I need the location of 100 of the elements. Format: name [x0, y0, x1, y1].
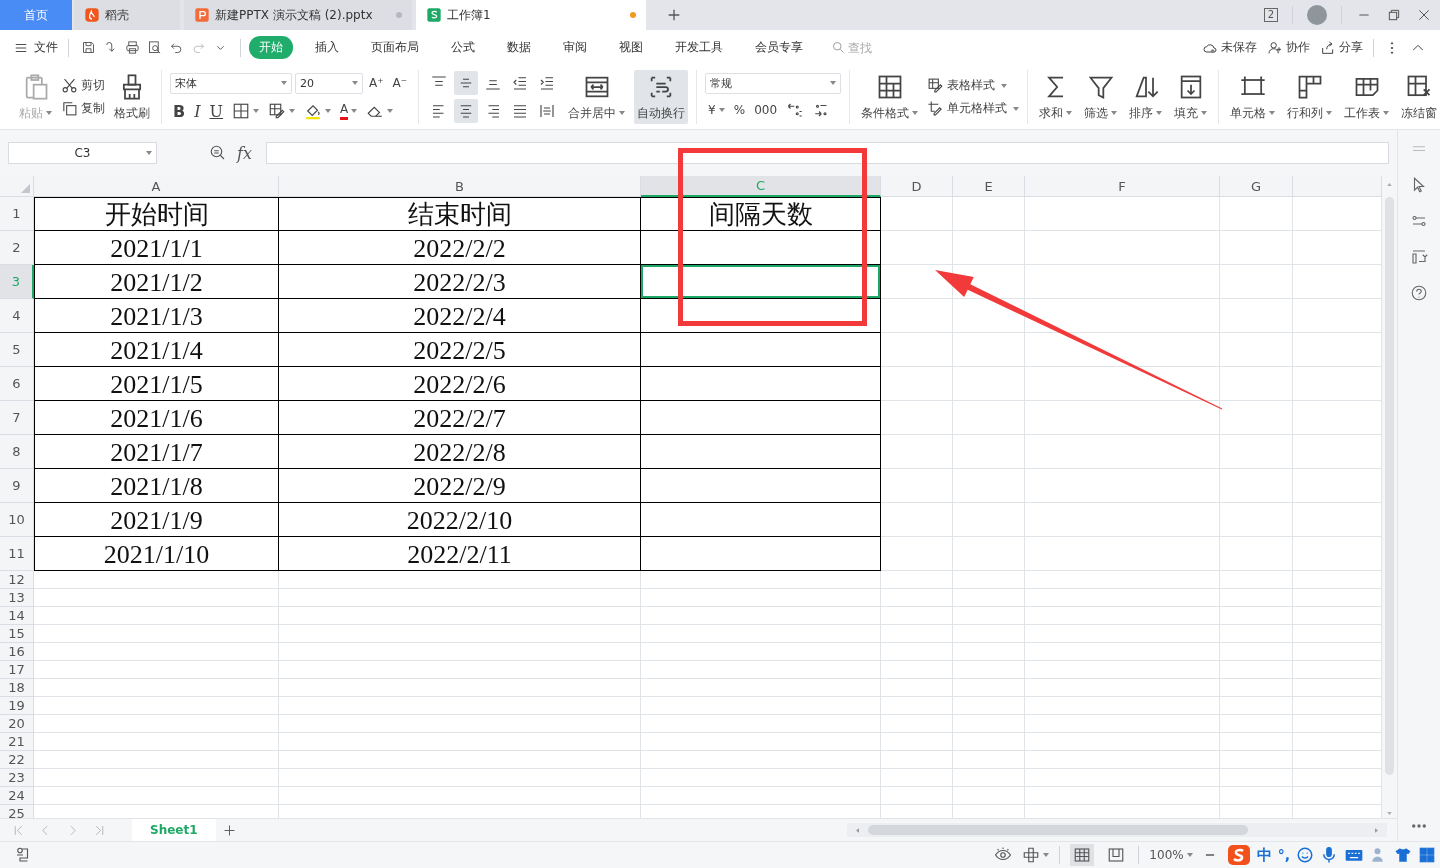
column-header[interactable]: G — [1220, 176, 1293, 197]
column-header[interactable]: D — [881, 176, 953, 197]
row-header[interactable]: 22 — [0, 751, 34, 769]
row-header[interactable]: 9 — [0, 469, 34, 503]
format-painter-button[interactable]: 格式刷 — [111, 70, 153, 124]
cell-style-button[interactable]: 单元格样式 — [927, 100, 1020, 117]
align-middle-button[interactable] — [454, 71, 479, 95]
ribbon-tab[interactable]: 插入 — [305, 36, 349, 59]
close-icon[interactable] — [1416, 7, 1432, 23]
wrap-text-button[interactable]: 自动换行 — [634, 70, 689, 124]
row-header[interactable]: 24 — [0, 787, 34, 805]
table-style-button[interactable]: 表格样式 — [927, 77, 1020, 94]
window-count-button[interactable]: 2 — [1263, 8, 1278, 22]
input-method-logo-icon[interactable] — [1226, 843, 1251, 867]
sum-button[interactable]: 求和 — [1036, 70, 1076, 124]
row-header[interactable]: 25 — [0, 805, 34, 818]
font-shrink-button[interactable]: A⁻ — [389, 71, 411, 95]
align-center-button[interactable] — [454, 99, 479, 123]
cut-button[interactable]: 剪切 — [61, 77, 105, 94]
row-header[interactable]: 7 — [0, 401, 34, 435]
document-tab[interactable]: 稻壳 — [74, 0, 180, 30]
layout-button[interactable] — [1022, 846, 1050, 864]
ribbon-tab[interactable]: 开发工具 — [665, 36, 733, 59]
column-header[interactable]: E — [953, 176, 1025, 197]
punctuation-button[interactable]: °, — [1277, 847, 1290, 863]
shirt-icon[interactable] — [1394, 846, 1412, 864]
fill-button[interactable]: 填充 — [1171, 70, 1211, 124]
row-header[interactable]: 14 — [0, 607, 34, 625]
ribbon-tab[interactable]: 审阅 — [553, 36, 597, 59]
row-header[interactable]: 6 — [0, 367, 34, 401]
column-header[interactable]: F — [1025, 176, 1220, 197]
filter-button[interactable]: 筛选 — [1081, 70, 1121, 124]
thousands-button[interactable]: 000 — [751, 97, 781, 122]
undo-icon[interactable] — [169, 40, 184, 55]
new-tab-icon[interactable] — [666, 7, 682, 23]
conditional-format-button[interactable]: 条件格式 — [858, 70, 922, 124]
collaborate-button[interactable]: 协作 — [1267, 39, 1310, 56]
print-preview-icon[interactable] — [147, 40, 162, 55]
name-box[interactable]: C3 — [8, 142, 157, 164]
help-icon[interactable] — [1410, 284, 1428, 302]
input-language-button[interactable]: 中 — [1256, 845, 1272, 865]
save-icon[interactable] — [81, 40, 96, 55]
number-format-field[interactable]: 常规 — [705, 72, 842, 94]
row-header[interactable]: 11 — [0, 537, 34, 571]
save-status-button[interactable]: 未保存 — [1202, 39, 1257, 56]
swap-icon[interactable] — [1410, 248, 1428, 266]
row-header[interactable]: 19 — [0, 697, 34, 715]
row-header[interactable]: 2 — [0, 231, 34, 265]
row-header[interactable]: 13 — [0, 589, 34, 607]
row-header[interactable]: 4 — [0, 299, 34, 333]
percent-button[interactable]: % — [730, 97, 749, 122]
insert-function-button[interactable]: fx — [237, 143, 252, 163]
row-header[interactable]: 12 — [0, 571, 34, 589]
merge-center-button[interactable]: 合并居中 — [565, 70, 629, 124]
print-icon[interactable] — [125, 40, 140, 55]
row-header[interactable]: 20 — [0, 715, 34, 733]
document-tab[interactable]: 新建PPTX 演示文稿 (2).pptx — [184, 0, 412, 30]
row-header[interactable]: 5 — [0, 333, 34, 367]
ribbon-tab[interactable]: 公式 — [441, 36, 485, 59]
row-header[interactable]: 21 — [0, 733, 34, 751]
horizontal-scrollbar[interactable] — [847, 823, 1387, 837]
avatar-icon[interactable] — [1307, 5, 1327, 25]
app-grid-icon[interactable] — [1418, 846, 1436, 864]
row-header[interactable]: 15 — [0, 625, 34, 643]
ribbon-tab[interactable]: 视图 — [609, 36, 653, 59]
italic-button[interactable]: I — [191, 99, 204, 123]
restore-icon[interactable] — [1386, 7, 1402, 23]
file-menu-button[interactable]: 文件 — [14, 39, 58, 56]
zoom-select[interactable]: 100% — [1149, 848, 1193, 862]
row-header[interactable]: 10 — [0, 503, 34, 537]
document-tab[interactable]: 工作簿1 — [416, 0, 646, 30]
currency-button[interactable]: ¥ — [705, 97, 728, 122]
bold-button[interactable]: B — [170, 99, 189, 123]
font-color-button[interactable]: A — [337, 99, 361, 123]
ribbon-tab[interactable]: 数据 — [497, 36, 541, 59]
font-name-field[interactable]: 宋体 — [170, 72, 292, 94]
freeze-panes-button[interactable]: 冻结窗 — [1398, 70, 1440, 124]
row-header[interactable]: 23 — [0, 769, 34, 787]
search-field[interactable]: 查找 — [831, 40, 888, 55]
microphone-icon[interactable] — [1320, 846, 1338, 864]
worksheet-button[interactable]: 工作表 — [1341, 70, 1393, 124]
row-header[interactable]: 1 — [0, 197, 34, 231]
zoom-icon[interactable] — [209, 144, 227, 162]
share-button[interactable]: 分享 — [1320, 39, 1363, 56]
sort-button[interactable]: 排序 — [1126, 70, 1166, 124]
ribbon-tab[interactable]: 页面布局 — [361, 36, 429, 59]
row-header[interactable]: 16 — [0, 643, 34, 661]
font-grow-button[interactable]: A⁺ — [366, 71, 387, 95]
column-header[interactable]: A — [34, 176, 279, 197]
normal-view-button[interactable] — [1070, 844, 1095, 866]
copy-button[interactable]: 复制 — [61, 100, 105, 117]
cells-button[interactable]: 单元格 — [1227, 70, 1279, 124]
underline-button[interactable]: U — [206, 99, 226, 123]
ribbon-tab[interactable]: 会员专享 — [745, 36, 813, 59]
font-size-field[interactable]: 20 — [295, 72, 363, 94]
row-header[interactable]: 18 — [0, 679, 34, 697]
selected-cell[interactable] — [641, 265, 881, 299]
rows-columns-button[interactable]: 行和列 — [1284, 70, 1336, 124]
formula-input[interactable] — [265, 142, 1389, 164]
row-header[interactable]: 17 — [0, 661, 34, 679]
